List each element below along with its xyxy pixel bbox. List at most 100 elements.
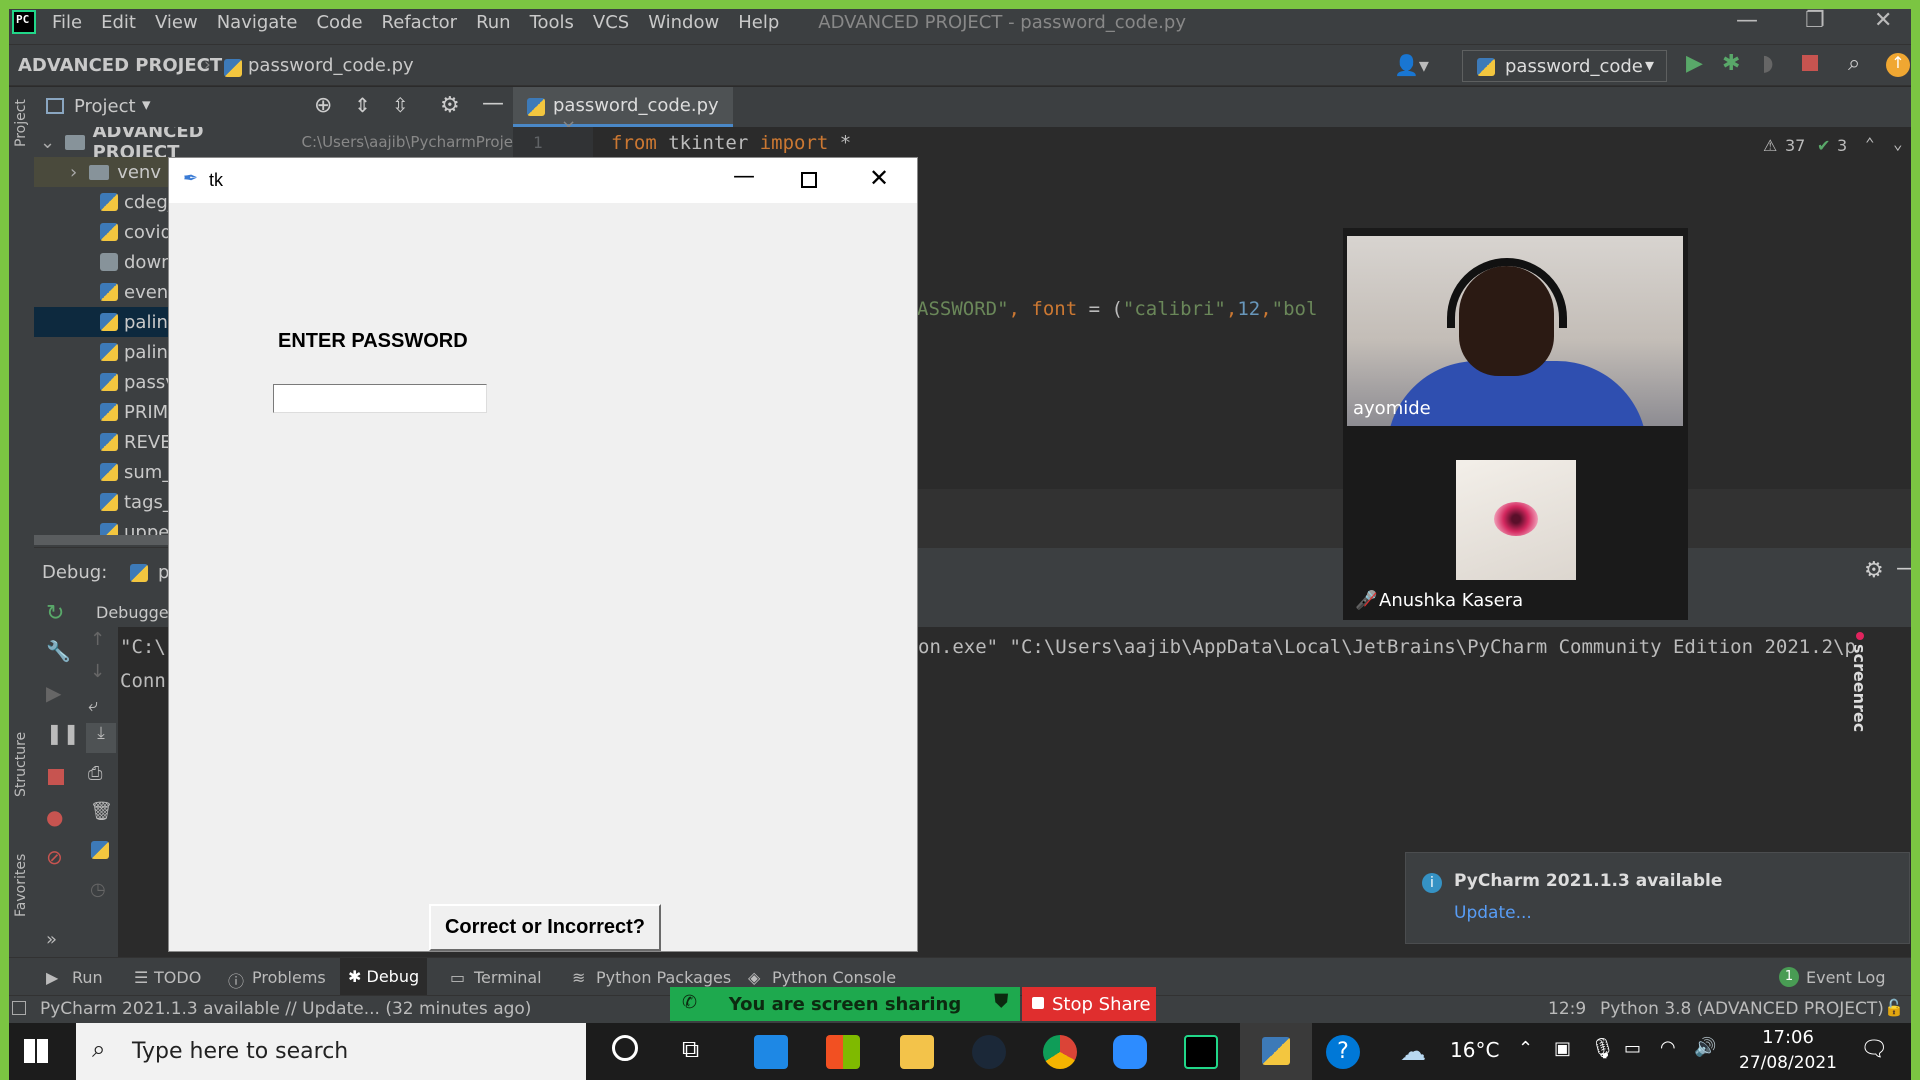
trash-icon[interactable]: 🗑 [90,801,113,822]
checks-count[interactable]: 3 [1837,136,1847,155]
print-icon[interactable]: ⎙ [88,763,102,784]
cloud-icon[interactable]: ☁ [1400,1037,1426,1067]
debugger-tab[interactable]: Debugger [96,603,175,622]
coverage-icon[interactable]: ◗ [1762,51,1774,76]
menu-refactor[interactable]: Refactor [382,12,458,33]
tool-debug[interactable]: ✱ Debug [340,958,428,996]
gear-icon[interactable]: ⚙ [1864,558,1884,583]
clock-icon[interactable]: ◷ [90,879,106,900]
screen-sharing-banner[interactable]: ✆ You are screen sharing ⛊ [670,987,1020,1021]
wifi-icon[interactable]: ◠ [1660,1037,1676,1058]
locate-icon[interactable]: ⊕ [314,93,332,118]
menu-vcs[interactable]: VCS [593,12,629,33]
participant-avatar-2[interactable] [1456,460,1576,580]
menu-navigate[interactable]: Navigate [217,12,298,33]
tool-run[interactable]: Run [72,968,103,987]
steam-icon[interactable] [972,1035,1006,1069]
favorites-tool-tab[interactable]: Favorites [13,854,29,917]
arrow-up-icon[interactable]: ↑ [90,629,105,650]
editor-tab-password-code[interactable]: password_code.py × [513,87,733,137]
pause-icon[interactable]: ❚❚ [46,721,80,745]
stop-icon[interactable] [48,769,64,785]
mute-breakpoints-icon[interactable]: ⊘ [46,845,63,869]
menu-tools[interactable]: Tools [530,12,574,33]
store-icon[interactable] [826,1035,860,1069]
chrome-icon[interactable] [1043,1035,1077,1069]
resume-icon[interactable]: ▶ [46,681,61,705]
hide-panel-icon[interactable]: — [1896,556,1918,581]
tool-event-log[interactable]: Event Log [1806,968,1886,987]
volume-icon[interactable]: 🔊 [1694,1037,1716,1058]
rerun-icon[interactable]: ↻ [46,601,64,626]
caret-position[interactable]: 12:9 [1548,999,1586,1019]
chevron-down-icon[interactable]: ▾ [142,95,151,115]
windows-start-icon[interactable] [24,1039,48,1063]
chevron-up-icon[interactable]: ⌃ [1865,134,1875,153]
password-input[interactable] [273,384,487,413]
scroll-to-end-icon[interactable]: ⤓ [86,723,116,753]
update-icon[interactable]: ↑ [1886,53,1910,77]
clock-time[interactable]: 17:06 [1758,1027,1818,1048]
taskbar-search[interactable]: ⌕ Type here to search [76,1023,586,1080]
stop-share-button[interactable]: Stop Share [1022,987,1156,1021]
minimize-icon[interactable]: — [1736,8,1758,33]
arrow-down-icon[interactable]: ↓ [90,661,105,682]
menu-window[interactable]: Window [648,12,719,33]
update-link[interactable]: Update... [1454,903,1532,923]
close-icon[interactable]: ✕ [1874,8,1892,33]
run-configuration-select[interactable]: password_code ▾ [1462,50,1667,82]
soft-wrap-icon[interactable]: ⤶ [88,695,98,716]
task-view-icon[interactable]: ⧉ [682,1035,699,1063]
hide-panel-icon[interactable]: — [482,91,504,116]
zoom-icon[interactable] [1113,1035,1147,1069]
breadcrumb-project[interactable]: ADVANCED PROJECT [18,55,222,76]
breakpoints-icon[interactable]: ● [46,805,63,829]
expand-all-icon[interactable]: ⇕ [354,93,371,117]
user-icon[interactable]: 👤▾ [1394,53,1429,77]
pycharm-icon[interactable] [1184,1035,1218,1069]
tool-python-packages[interactable]: Python Packages [596,968,731,987]
python-console-icon[interactable] [91,841,109,859]
mail-icon[interactable] [754,1035,788,1069]
help-icon[interactable]: ? [1326,1035,1360,1069]
search-icon[interactable]: ⌕ [1848,51,1860,76]
battery-icon[interactable]: ▭ [1624,1038,1641,1059]
chevron-down-icon[interactable]: ⌄ [1893,134,1903,153]
stop-icon[interactable] [1802,55,1818,71]
participant-video-1[interactable]: ayomide [1347,236,1683,426]
project-tool-tab[interactable]: Project [13,99,29,147]
cortana-icon[interactable] [612,1035,638,1061]
menu-help[interactable]: Help [738,12,779,33]
structure-tool-tab[interactable]: Structure [13,732,29,797]
close-icon[interactable]: ✕ [869,164,889,192]
menu-edit[interactable]: Edit [101,12,136,33]
clock-date[interactable]: 27/08/2021 [1734,1053,1842,1073]
run-icon[interactable]: ▶ [1686,51,1703,76]
warnings-count[interactable]: 37 [1785,136,1805,155]
toggle-panels-icon[interactable] [12,1001,26,1015]
more-icon[interactable]: » [46,929,57,950]
debug-icon[interactable]: ✱ [1722,51,1740,76]
menu-code[interactable]: Code [316,12,362,33]
chevron-up-icon[interactable]: ⌃ [1518,1038,1533,1059]
gear-icon[interactable]: ⚙ [440,93,460,118]
collapse-all-icon[interactable]: ⇳ [392,93,409,117]
microphone-icon[interactable]: 🎙 [1590,1036,1615,1060]
tool-problems[interactable]: Problems [252,968,326,987]
warning-icon[interactable]: ⚠ [1763,136,1777,155]
interpreter-label[interactable]: Python 3.8 (ADVANCED PROJECT) [1600,999,1884,1019]
minimize-icon[interactable]: — [733,164,755,189]
maximize-icon[interactable] [801,172,817,188]
tree-root[interactable]: ⌄ ADVANCED PROJECT C:\Users\aajib\Pychar… [34,127,513,163]
restore-icon[interactable]: ❐ [1805,8,1825,33]
notifications-icon[interactable]: 🗨 [1860,1037,1888,1062]
file-explorer-icon[interactable] [900,1035,934,1069]
menu-view[interactable]: View [155,12,198,33]
project-view-label[interactable]: Project [74,96,136,117]
meet-now-icon[interactable]: ▣ [1554,1038,1571,1059]
active-app-highlight[interactable] [1240,1023,1312,1080]
menu-run[interactable]: Run [476,12,511,33]
lock-icon[interactable]: 🔓 [1884,998,1904,1017]
tk-titlebar[interactable]: ✒ tk — ✕ [169,158,917,203]
check-icon[interactable]: ✔ [1817,136,1830,155]
